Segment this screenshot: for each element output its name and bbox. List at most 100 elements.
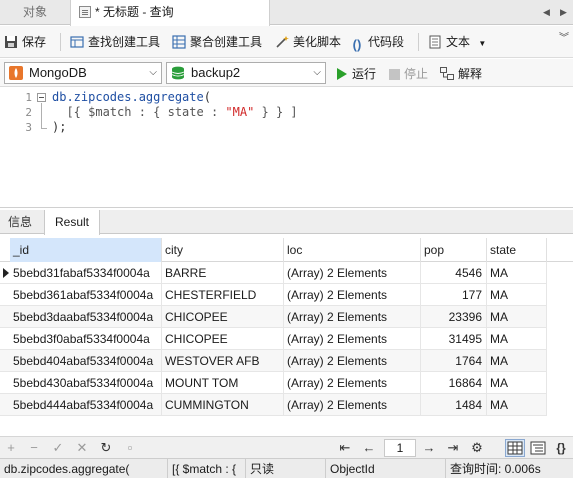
- column-header-id[interactable]: _id: [10, 238, 162, 262]
- json-view-button[interactable]: {}: [551, 439, 571, 457]
- run-button[interactable]: 运行: [336, 65, 376, 83]
- cell-pop[interactable]: 16864: [421, 372, 487, 394]
- first-page-icon[interactable]: ⇤: [338, 440, 352, 456]
- tab-scroll-left-icon[interactable]: ◀: [543, 7, 550, 18]
- aggregate-builder-label: 聚合创建工具: [190, 35, 263, 49]
- cell-pop[interactable]: 1484: [421, 394, 487, 416]
- cell-id[interactable]: 5bebd3daabaf5334f0004a: [10, 306, 162, 328]
- snippet-label: 代码段: [368, 35, 405, 49]
- beautify-button[interactable]: 美化脚本: [275, 32, 341, 52]
- cell-pop[interactable]: 31495: [421, 328, 487, 350]
- page-number-input[interactable]: 1: [384, 439, 416, 457]
- discard-changes-icon[interactable]: ✕: [75, 440, 89, 456]
- fold-guide-end: [41, 128, 47, 129]
- table-row[interactable]: 5bebd31fabaf5334f0004a BARRE (Array) 2 Ele…: [0, 262, 547, 284]
- run-label: 运行: [352, 67, 377, 81]
- cell-id[interactable]: 5bebd3f0abaf5334f0004a: [10, 328, 162, 350]
- tree-view-button[interactable]: [528, 439, 548, 457]
- tab-objects[interactable]: 对象: [0, 0, 70, 25]
- row-indicator: [0, 284, 10, 306]
- add-record-icon[interactable]: +: [4, 440, 18, 456]
- text-menu-button[interactable]: 文本 ▼: [428, 32, 486, 52]
- cell-pop[interactable]: 177: [421, 284, 487, 306]
- cell-state[interactable]: MA: [487, 284, 547, 306]
- tab-info[interactable]: 信息: [0, 210, 40, 234]
- grid-view-button[interactable]: [505, 439, 525, 457]
- tab-result[interactable]: Result: [44, 210, 100, 235]
- tab-query-label: * 无标题 - 查询: [95, 5, 174, 19]
- table-row[interactable]: 5bebd3daabaf5334f0004a CHICOPEE (Array) 2 …: [0, 306, 547, 328]
- tab-scroll-right-icon[interactable]: ▶: [560, 7, 567, 18]
- cell-id[interactable]: 5bebd31fabaf5334f0004a: [10, 262, 162, 284]
- cell-city[interactable]: CHICOPEE: [162, 306, 284, 328]
- text-label: 文本: [446, 35, 471, 49]
- cell-city[interactable]: MOUNT TOM: [162, 372, 284, 394]
- cell-pop[interactable]: 23396: [421, 306, 487, 328]
- stop-button[interactable]: 停止: [389, 65, 428, 83]
- cell-state[interactable]: MA: [487, 372, 547, 394]
- grid-vertical-scrollbar[interactable]: [547, 262, 573, 418]
- result-grid[interactable]: _id city loc pop state 5bebd31fabaf5334f…: [0, 238, 573, 418]
- save-button[interactable]: 保存: [4, 32, 46, 52]
- cell-loc[interactable]: (Array) 2 Elements: [284, 284, 421, 306]
- cell-state[interactable]: MA: [487, 328, 547, 350]
- snippet-button[interactable]: () 代码段: [350, 32, 404, 52]
- query-editor[interactable]: 1 2 3 db.zipcodes.aggregate( [{ $match :…: [0, 88, 573, 208]
- fold-toggle-icon[interactable]: [37, 93, 46, 102]
- table-row[interactable]: 5bebd444abaf5334f0004a CUMMINGTON (Array) …: [0, 394, 547, 416]
- status-query: db.zipcodes.aggregate(: [0, 459, 168, 478]
- find-builder-button[interactable]: 查找创建工具: [70, 32, 160, 52]
- cell-state[interactable]: MA: [487, 394, 547, 416]
- column-header-city[interactable]: city: [162, 238, 284, 262]
- cell-loc[interactable]: (Array) 2 Elements: [284, 262, 421, 284]
- cell-loc[interactable]: (Array) 2 Elements: [284, 372, 421, 394]
- next-page-icon[interactable]: →: [422, 440, 436, 456]
- delete-record-icon[interactable]: −: [27, 440, 41, 456]
- stop-label: 停止: [404, 67, 429, 81]
- cell-state[interactable]: MA: [487, 306, 547, 328]
- connection-select[interactable]: MongoDB ⌵: [4, 62, 162, 84]
- status-type: ObjectId: [326, 459, 446, 478]
- table-row[interactable]: 5bebd3f0abaf5334f0004a CHICOPEE (Array) 2 …: [0, 328, 547, 350]
- cell-city[interactable]: CUMMINGTON: [162, 394, 284, 416]
- cell-id[interactable]: 5bebd430abaf5334f0004a: [10, 372, 162, 394]
- column-header-state[interactable]: state: [487, 238, 547, 262]
- cell-loc[interactable]: (Array) 2 Elements: [284, 306, 421, 328]
- cell-pop[interactable]: 1764: [421, 350, 487, 372]
- previous-page-icon[interactable]: ←: [362, 440, 376, 456]
- cell-city[interactable]: WESTOVER AFB: [162, 350, 284, 372]
- cell-pop[interactable]: 4546: [421, 262, 487, 284]
- toolbar-divider: [60, 33, 61, 51]
- table-row[interactable]: 5bebd361abaf5334f0004a CHESTERFIELD (Array…: [0, 284, 547, 306]
- cell-loc[interactable]: (Array) 2 Elements: [284, 350, 421, 372]
- cell-state[interactable]: MA: [487, 262, 547, 284]
- explain-button[interactable]: 解释: [440, 65, 482, 83]
- dropdown-arrow-icon: ▼: [478, 39, 487, 48]
- cell-id[interactable]: 5bebd404abaf5334f0004a: [10, 350, 162, 372]
- cell-id[interactable]: 5bebd444abaf5334f0004a: [10, 394, 162, 416]
- column-header-loc[interactable]: loc: [284, 238, 421, 262]
- toolbar-overflow-icon[interactable]: ︾: [559, 29, 569, 44]
- cell-city[interactable]: CHICOPEE: [162, 328, 284, 350]
- apply-changes-icon[interactable]: ✓: [51, 440, 65, 456]
- database-select[interactable]: backup2 ⌵: [166, 62, 326, 84]
- code-token: } } ]: [254, 105, 298, 119]
- cell-state[interactable]: MA: [487, 350, 547, 372]
- cell-city[interactable]: CHESTERFIELD: [162, 284, 284, 306]
- settings-gear-icon[interactable]: ⚙: [470, 440, 484, 456]
- explain-label: 解释: [458, 67, 483, 81]
- last-page-icon[interactable]: ⇥: [446, 440, 460, 456]
- table-row[interactable]: 5bebd404abaf5334f0004a WESTOVER AFB (Array…: [0, 350, 547, 372]
- column-header-pop[interactable]: pop: [421, 238, 487, 262]
- refresh-icon[interactable]: ↻: [99, 440, 113, 456]
- cell-id[interactable]: 5bebd361abaf5334f0004a: [10, 284, 162, 306]
- stop-loading-icon[interactable]: ▫: [123, 440, 137, 456]
- record-navigation-bar: + − ✓ ✕ ↻ ▫ ⇤ ← 1 → ⇥ ⚙ {}: [0, 436, 573, 458]
- cell-loc[interactable]: (Array) 2 Elements: [284, 394, 421, 416]
- current-row-arrow-icon: [3, 268, 9, 278]
- cell-loc[interactable]: (Array) 2 Elements: [284, 328, 421, 350]
- aggregate-builder-button[interactable]: 聚合创建工具: [172, 32, 262, 52]
- cell-city[interactable]: BARRE: [162, 262, 284, 284]
- tab-query[interactable]: * 无标题 - 查询: [70, 0, 270, 26]
- table-row[interactable]: 5bebd430abaf5334f0004a MOUNT TOM (Array) 2…: [0, 372, 547, 394]
